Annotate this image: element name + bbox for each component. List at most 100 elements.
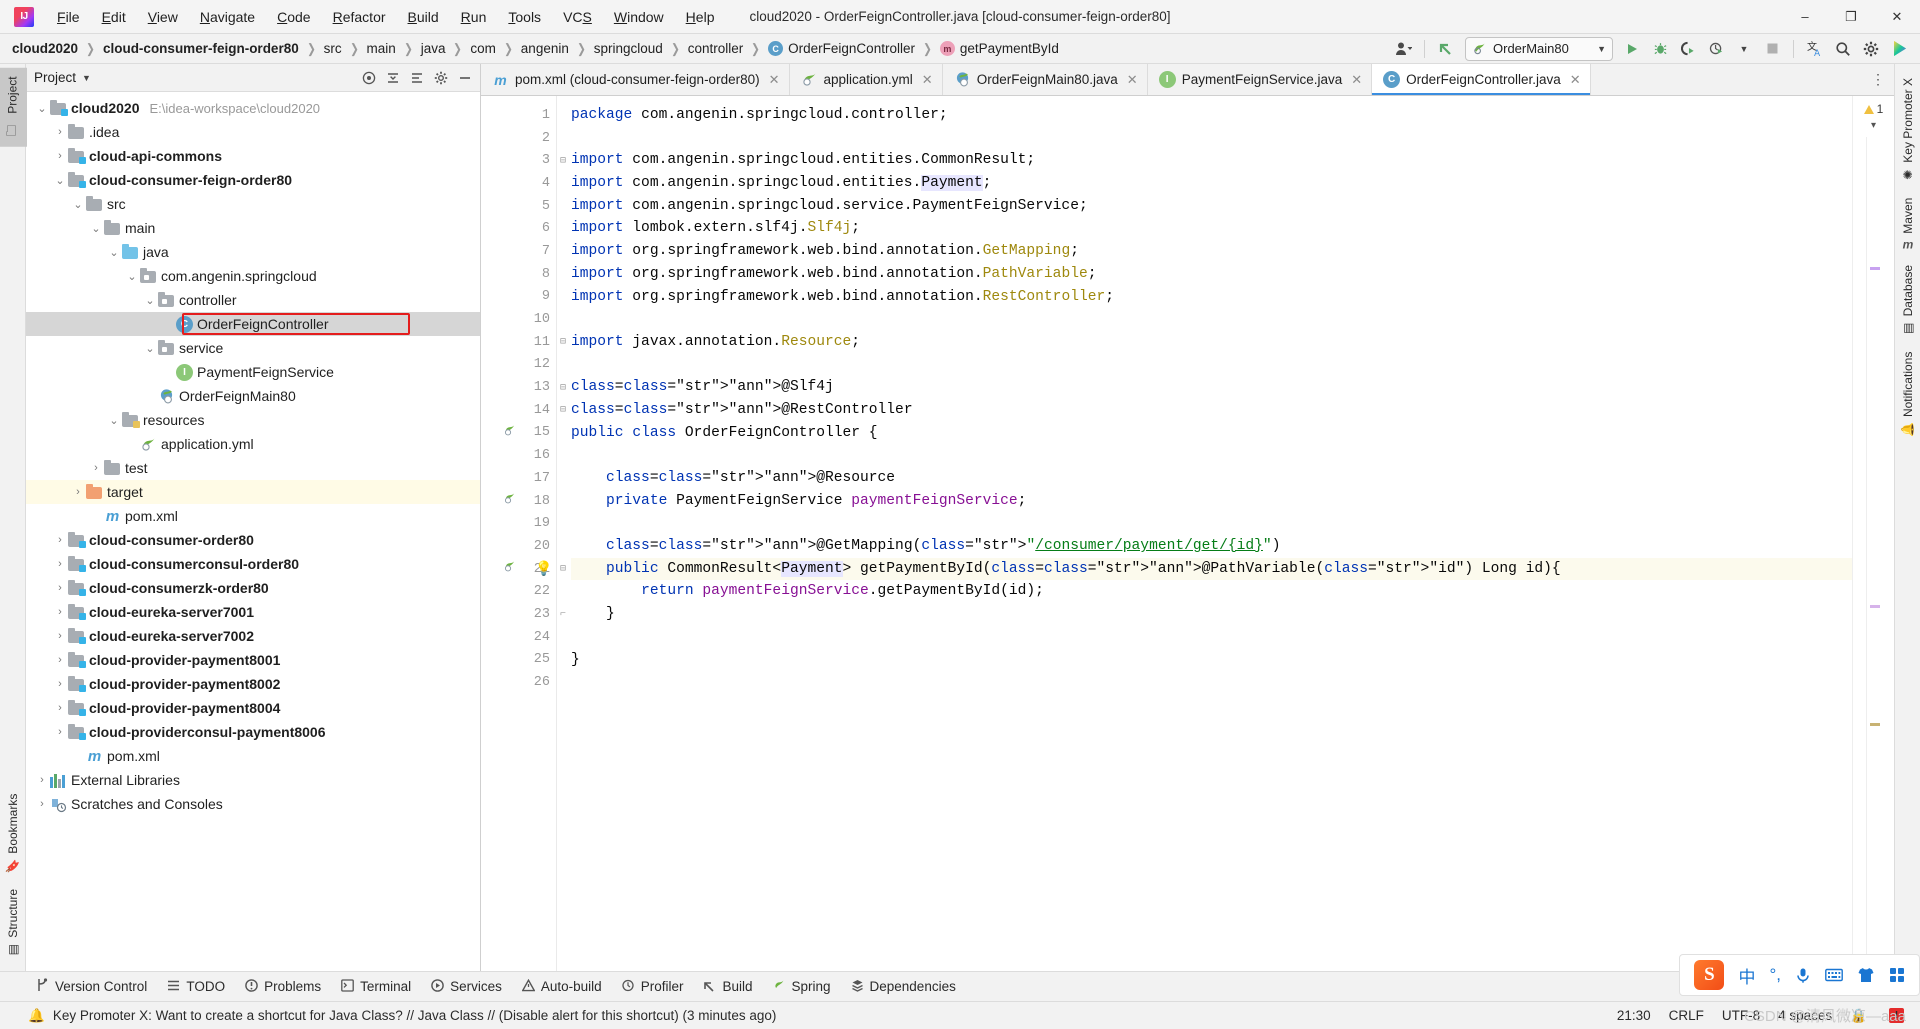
breadcrumb-item-angenin[interactable]: angenin xyxy=(519,39,571,58)
code-line[interactable]: public CommonResult<Payment> getPaymentB… xyxy=(571,557,1852,581)
tree-twisty[interactable]: › xyxy=(52,582,68,594)
tree-twisty[interactable]: ⌄ xyxy=(124,270,140,283)
tree-node[interactable]: › .idea xyxy=(26,120,480,144)
menu-build[interactable]: Build xyxy=(397,5,450,29)
tree-node[interactable]: m pom.xml xyxy=(26,504,480,528)
account-icon[interactable] xyxy=(1390,37,1416,61)
bottom-tool-dependencies[interactable]: Dependencies xyxy=(843,976,964,998)
gutter-line[interactable]: 18 xyxy=(481,490,556,513)
sogou-ime-icon[interactable]: S xyxy=(1694,960,1725,990)
editor-tab[interactable]: OrderFeignMain80.java ✕ xyxy=(942,64,1148,95)
gutter-line[interactable]: 7 xyxy=(481,240,556,263)
gutter-line[interactable]: 8 xyxy=(481,263,556,286)
breadcrumb-item-cloud2020[interactable]: cloud2020 xyxy=(10,39,80,58)
gear-icon[interactable] xyxy=(1858,37,1884,61)
gutter-line[interactable]: 2 xyxy=(481,127,556,150)
tool-window-notifications[interactable]: 🔔 Notifications xyxy=(1897,344,1919,445)
editor-tab[interactable]: I PaymentFeignService.java ✕ xyxy=(1147,64,1373,95)
tree-node[interactable]: ⌄ com.angenin.springcloud xyxy=(26,264,480,288)
breadcrumb-item-main[interactable]: main xyxy=(365,39,398,58)
bottom-tool-version-control[interactable]: Version Control xyxy=(28,975,155,998)
code-line[interactable] xyxy=(571,626,1852,649)
plugin-color-icon[interactable] xyxy=(1886,37,1912,61)
gutter-line[interactable]: 11 ⊟ xyxy=(481,331,566,354)
tree-twisty[interactable]: › xyxy=(52,558,68,570)
code-line[interactable]: class=class="str">"ann">@Slf4j xyxy=(571,376,1852,399)
menu-vcs[interactable]: VCS xyxy=(552,5,603,29)
menu-window[interactable]: Window xyxy=(603,5,675,29)
close-icon[interactable]: ✕ xyxy=(769,72,780,88)
tree-node[interactable]: › cloud-provider-payment8001 xyxy=(26,648,480,672)
status-indent[interactable]: 4 spaces xyxy=(1778,1008,1832,1023)
tree-node[interactable]: ⌄ cloud2020 E:\idea-workspace\cloud2020 xyxy=(26,96,480,120)
menu-code[interactable]: Code xyxy=(266,5,321,29)
code-line[interactable]: import com.angenin.springcloud.entities.… xyxy=(571,172,1852,195)
status-encoding[interactable]: UTF-8 xyxy=(1722,1008,1760,1023)
breadcrumb-item-java[interactable]: java xyxy=(419,39,448,58)
gutter-line[interactable]: 26 xyxy=(481,671,556,694)
tree-twisty[interactable]: › xyxy=(52,726,68,738)
tree-node[interactable]: › cloud-consumer-order80 xyxy=(26,528,480,552)
error-stripe[interactable] xyxy=(1865,137,1882,971)
code-line[interactable]: import javax.annotation.Resource; xyxy=(571,331,1852,354)
tree-twisty[interactable]: ⌄ xyxy=(142,294,158,307)
profiler-button[interactable] xyxy=(1703,37,1729,61)
tree-twisty[interactable]: ⌄ xyxy=(34,102,50,115)
gutter-line[interactable]: 12 xyxy=(481,354,556,377)
code-line[interactable] xyxy=(571,444,1852,467)
tree-node[interactable]: ⌄ controller xyxy=(26,288,480,312)
close-button[interactable]: ✕ xyxy=(1874,0,1920,34)
chevron-down-icon[interactable]: ▾ xyxy=(1871,120,1876,131)
code-line[interactable]: class=class="str">"ann">@Resource xyxy=(571,467,1852,490)
gutter-line[interactable]: 5 xyxy=(481,195,556,218)
code-line[interactable]: return paymentFeignService.getPaymentByI… xyxy=(571,580,1852,603)
run-configuration-selector[interactable]: OrderMain80 ▼ xyxy=(1465,36,1613,61)
profiler-dropdown-icon[interactable]: ▼ xyxy=(1731,37,1757,61)
tree-twisty[interactable]: › xyxy=(52,534,68,546)
tree-node[interactable]: application.yml xyxy=(26,432,480,456)
breadcrumb-item-module[interactable]: cloud-consumer-feign-order80 xyxy=(101,39,301,58)
menu-navigate[interactable]: Navigate xyxy=(189,5,266,29)
tree-twisty[interactable]: ⌄ xyxy=(142,342,158,355)
menu-tools[interactable]: Tools xyxy=(497,5,552,29)
tree-node[interactable]: m pom.xml xyxy=(26,744,480,768)
menu-help[interactable]: Help xyxy=(675,5,726,29)
tree-node[interactable]: › cloud-consumerzk-order80 xyxy=(26,576,480,600)
editor-tab[interactable]: C OrderFeignController.java ✕ xyxy=(1372,64,1591,95)
gutter-line[interactable]: 💡 21 ⊟ xyxy=(481,558,566,581)
code-editor[interactable]: 1 2 3 ⊟ 4 5 6 7 8 9 10 11 ⊟ 12 13 ⊟ 14 ⊟ 15 16 17 18 19 20 💡 21 ⊟ 2… xyxy=(481,96,1894,971)
gutter-line[interactable]: 16 xyxy=(481,444,556,467)
gutter-line[interactable]: 6 xyxy=(481,217,556,240)
gutter-line[interactable]: 10 xyxy=(481,308,556,331)
breadcrumb-item-controller[interactable]: controller xyxy=(686,39,746,58)
breadcrumb-item-method[interactable]: m getPaymentById xyxy=(938,39,1061,58)
tree-node[interactable]: ⌄ main xyxy=(26,216,480,240)
code-line[interactable] xyxy=(571,512,1852,535)
gutter-line[interactable]: 17 xyxy=(481,467,556,490)
minimize-button[interactable]: – xyxy=(1782,0,1828,34)
tree-node[interactable]: › target xyxy=(26,480,480,504)
punctuation-toggle[interactable]: °, xyxy=(1769,965,1781,985)
spring-gutter-icon[interactable] xyxy=(503,560,516,578)
bottom-tool-problems[interactable]: Problems xyxy=(237,976,329,998)
close-icon[interactable]: ✕ xyxy=(1351,72,1362,88)
tree-node[interactable]: › test xyxy=(26,456,480,480)
search-everywhere-icon[interactable] xyxy=(1830,37,1856,61)
source-code[interactable]: package com.angenin.springcloud.controll… xyxy=(557,96,1852,971)
code-line[interactable]: import lombok.extern.slf4j.Slf4j; xyxy=(571,217,1852,240)
tree-node[interactable]: › External Libraries xyxy=(26,768,480,792)
tool-window-structure[interactable]: ▤ Structure xyxy=(2,881,24,965)
gutter-line[interactable]: 25 xyxy=(481,649,556,672)
close-icon[interactable]: ✕ xyxy=(922,72,933,88)
tree-node[interactable]: OrderFeignMain80 xyxy=(26,384,480,408)
editor-tab[interactable]: application.yml ✕ xyxy=(789,64,943,95)
code-line[interactable]: import com.angenin.springcloud.service.P… xyxy=(571,195,1852,218)
gutter-line[interactable]: 20 xyxy=(481,535,556,558)
expand-icon[interactable] xyxy=(406,67,428,89)
tool-window-database[interactable]: ▤ Database xyxy=(1897,257,1919,343)
inspection-icon[interactable]: ! xyxy=(1889,1008,1904,1023)
spring-gutter-icon[interactable] xyxy=(503,492,516,510)
code-line[interactable]: public class OrderFeignController { xyxy=(571,422,1852,445)
tool-window-key-promoter[interactable]: ✺ Key Promoter X xyxy=(1897,70,1919,190)
code-line[interactable]: class=class="str">"ann">@RestController xyxy=(571,399,1852,422)
